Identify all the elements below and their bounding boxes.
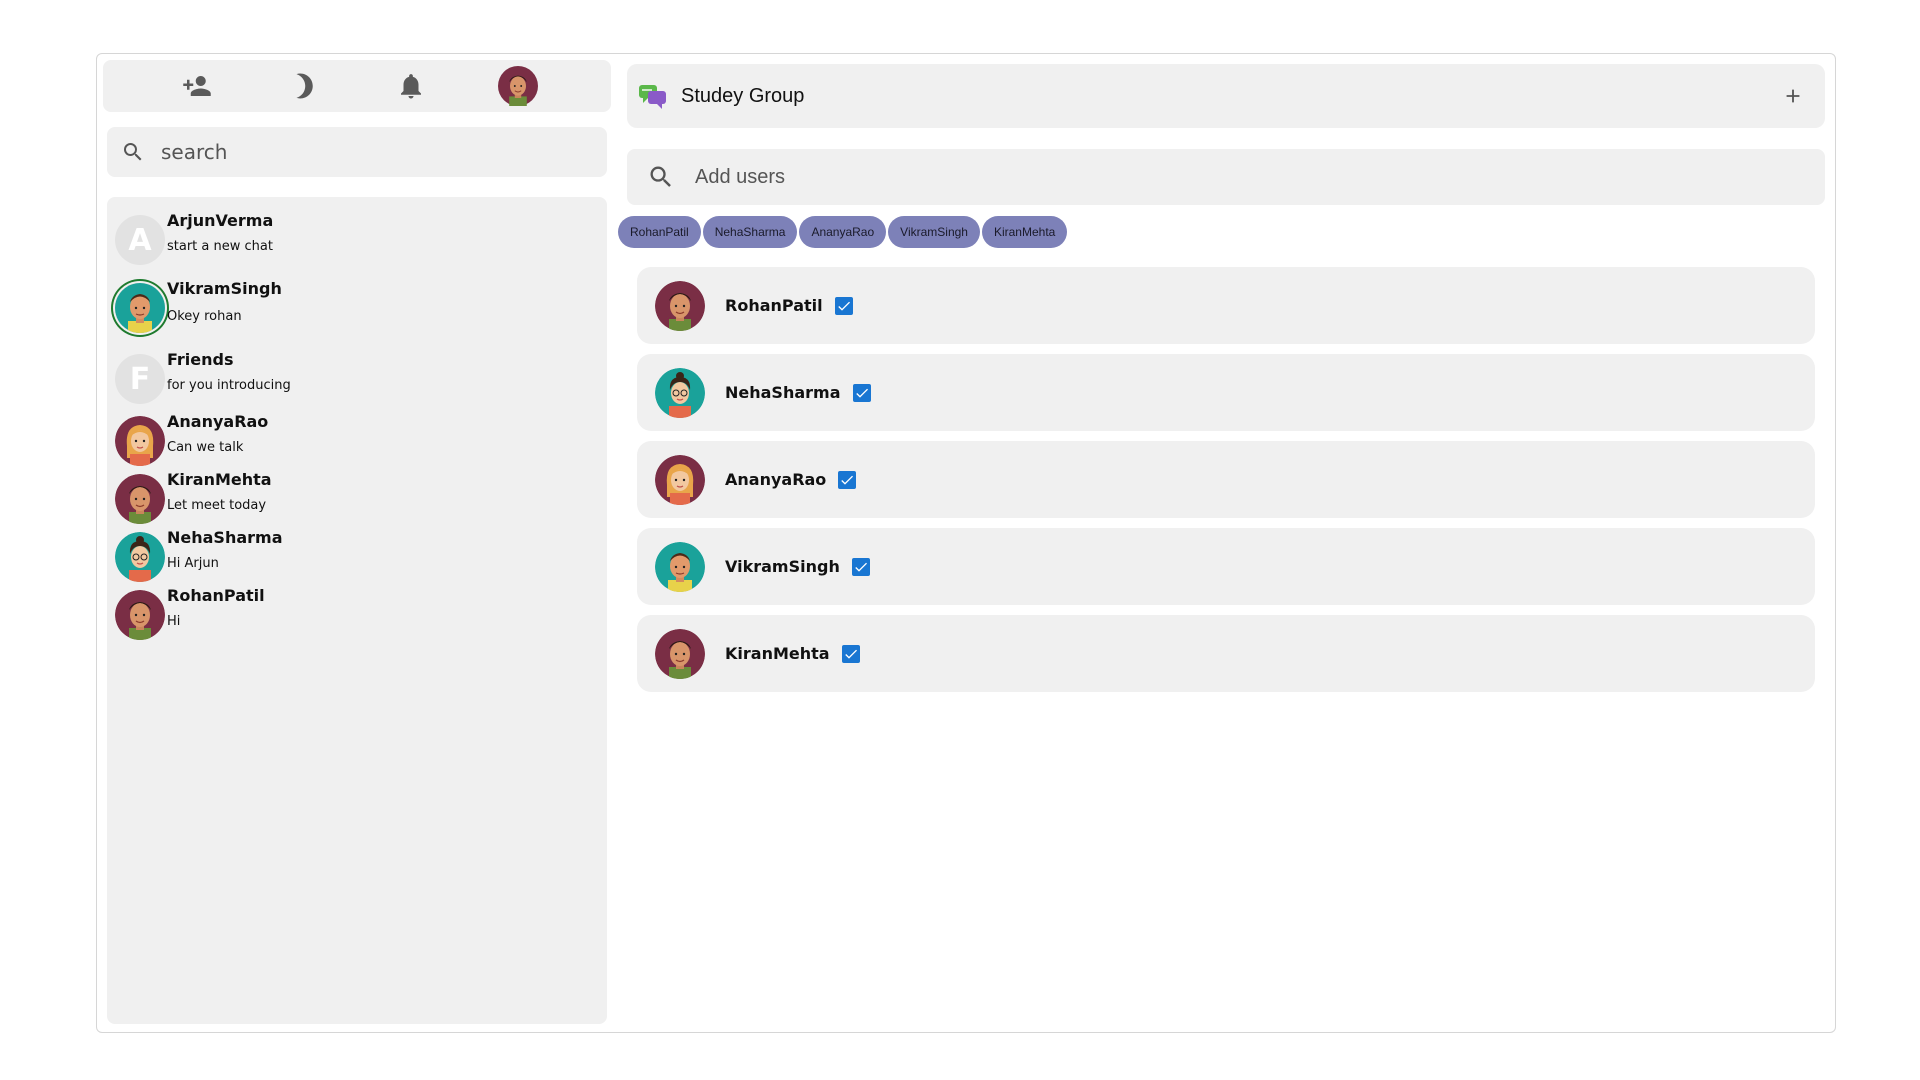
member-list: RohanPatil NehaSharma AnanyaRao VikramSi… bbox=[637, 267, 1815, 702]
avatar bbox=[655, 280, 705, 331]
search-input[interactable] bbox=[161, 140, 561, 164]
chat-item-kiranmehta[interactable]: KiranMehta Let meet today bbox=[107, 466, 607, 524]
chat-name: KiranMehta bbox=[167, 470, 272, 489]
avatar bbox=[115, 532, 165, 582]
sidebar-toolbar bbox=[103, 60, 611, 112]
chat-last-message: Okey rohan bbox=[167, 309, 242, 324]
add-users-input[interactable] bbox=[695, 165, 1595, 189]
member-row[interactable]: NehaSharma bbox=[637, 354, 1815, 431]
chat-last-message: Hi bbox=[167, 614, 181, 629]
chat-name: Friends bbox=[167, 350, 234, 369]
add-member-button[interactable] bbox=[1777, 80, 1809, 112]
member-name: VikramSingh bbox=[725, 557, 840, 576]
dark-mode-icon bbox=[296, 73, 313, 99]
chat-name: VikramSingh bbox=[167, 279, 282, 298]
chat-item-friends[interactable]: F Friends for you introducing bbox=[107, 346, 607, 408]
avatar: F bbox=[115, 354, 165, 404]
chat-last-message: start a new chat bbox=[167, 239, 273, 254]
add-users-search bbox=[627, 149, 1825, 205]
avatar bbox=[655, 541, 705, 592]
chat-last-message: Hi Arjun bbox=[167, 556, 219, 571]
user-chip[interactable]: KiranMehta bbox=[981, 216, 1068, 248]
member-name: AnanyaRao bbox=[725, 470, 827, 489]
chat-app: A ArjunVerma start a new chat VikramSing… bbox=[96, 53, 1836, 1033]
chat-last-message: Let meet today bbox=[167, 498, 267, 513]
avatar bbox=[115, 283, 165, 333]
avatar bbox=[655, 367, 705, 418]
chat-bubbles-icon bbox=[639, 85, 666, 109]
member-checkbox[interactable] bbox=[841, 644, 860, 663]
avatar bbox=[115, 590, 165, 640]
chat-list: A ArjunVerma start a new chat VikramSing… bbox=[107, 197, 607, 1024]
user-chip[interactable]: RohanPatil bbox=[618, 216, 701, 248]
member-row[interactable]: RohanPatil bbox=[637, 267, 1815, 344]
avatar bbox=[655, 454, 705, 505]
selected-users-chips: RohanPatil NehaSharma AnanyaRao VikramSi… bbox=[618, 216, 1068, 248]
user-chip[interactable]: NehaSharma bbox=[702, 216, 798, 248]
member-row[interactable]: AnanyaRao bbox=[637, 441, 1815, 518]
member-row[interactable]: KiranMehta bbox=[637, 615, 1815, 692]
avatar bbox=[655, 628, 705, 679]
chat-item-ananyarao[interactable]: AnanyaRao Can we talk bbox=[107, 408, 607, 466]
avatar bbox=[115, 474, 165, 524]
chat-name: AnanyaRao bbox=[167, 412, 269, 431]
member-checkbox[interactable] bbox=[851, 557, 870, 576]
member-row[interactable]: VikramSingh bbox=[637, 528, 1815, 605]
chat-item-vikramsingh[interactable]: VikramSingh Okey rohan bbox=[107, 275, 607, 346]
search-icon bbox=[124, 143, 142, 161]
checkmark-icon bbox=[855, 562, 867, 572]
notifications-button[interactable] bbox=[389, 64, 433, 108]
chat-search bbox=[107, 127, 607, 177]
search-icon bbox=[650, 166, 671, 187]
chat-last-message: Can we talk bbox=[167, 440, 244, 455]
chat-last-message: for you introducing bbox=[167, 378, 291, 393]
user-chip[interactable]: VikramSingh bbox=[888, 216, 980, 248]
chat-item-rohanpatil[interactable]: RohanPatil Hi bbox=[107, 582, 607, 640]
checkmark-icon bbox=[855, 388, 868, 398]
add-person-icon bbox=[182, 76, 211, 96]
member-name: NehaSharma bbox=[725, 383, 841, 402]
avatar: A bbox=[115, 215, 165, 265]
chat-item-nehasharma[interactable]: NehaSharma Hi Arjun bbox=[107, 524, 607, 582]
add-contact-button[interactable] bbox=[175, 64, 219, 108]
member-name: RohanPatil bbox=[725, 296, 823, 315]
checkmark-icon bbox=[837, 301, 850, 311]
chat-name: RohanPatil bbox=[167, 586, 265, 605]
group-header: Studey Group bbox=[627, 64, 1825, 128]
profile-avatar bbox=[497, 66, 538, 106]
user-chip[interactable]: AnanyaRao bbox=[799, 216, 887, 248]
chat-name: NehaSharma bbox=[167, 528, 283, 547]
profile-button[interactable] bbox=[496, 64, 540, 108]
checkmark-icon bbox=[841, 475, 854, 485]
dark-mode-toggle[interactable] bbox=[282, 64, 326, 108]
chat-name: ArjunVerma bbox=[167, 211, 274, 230]
member-checkbox[interactable] bbox=[838, 470, 857, 489]
chat-item-arjunverma[interactable]: A ArjunVerma start a new chat bbox=[107, 207, 607, 275]
member-name: KiranMehta bbox=[725, 644, 830, 663]
notification-bell-icon bbox=[400, 74, 421, 99]
avatar bbox=[115, 416, 165, 466]
checkmark-icon bbox=[844, 649, 857, 659]
member-checkbox[interactable] bbox=[834, 296, 853, 315]
member-checkbox[interactable] bbox=[852, 383, 871, 402]
plus-icon bbox=[1786, 89, 1800, 103]
group-title: Studey Group bbox=[681, 84, 805, 107]
